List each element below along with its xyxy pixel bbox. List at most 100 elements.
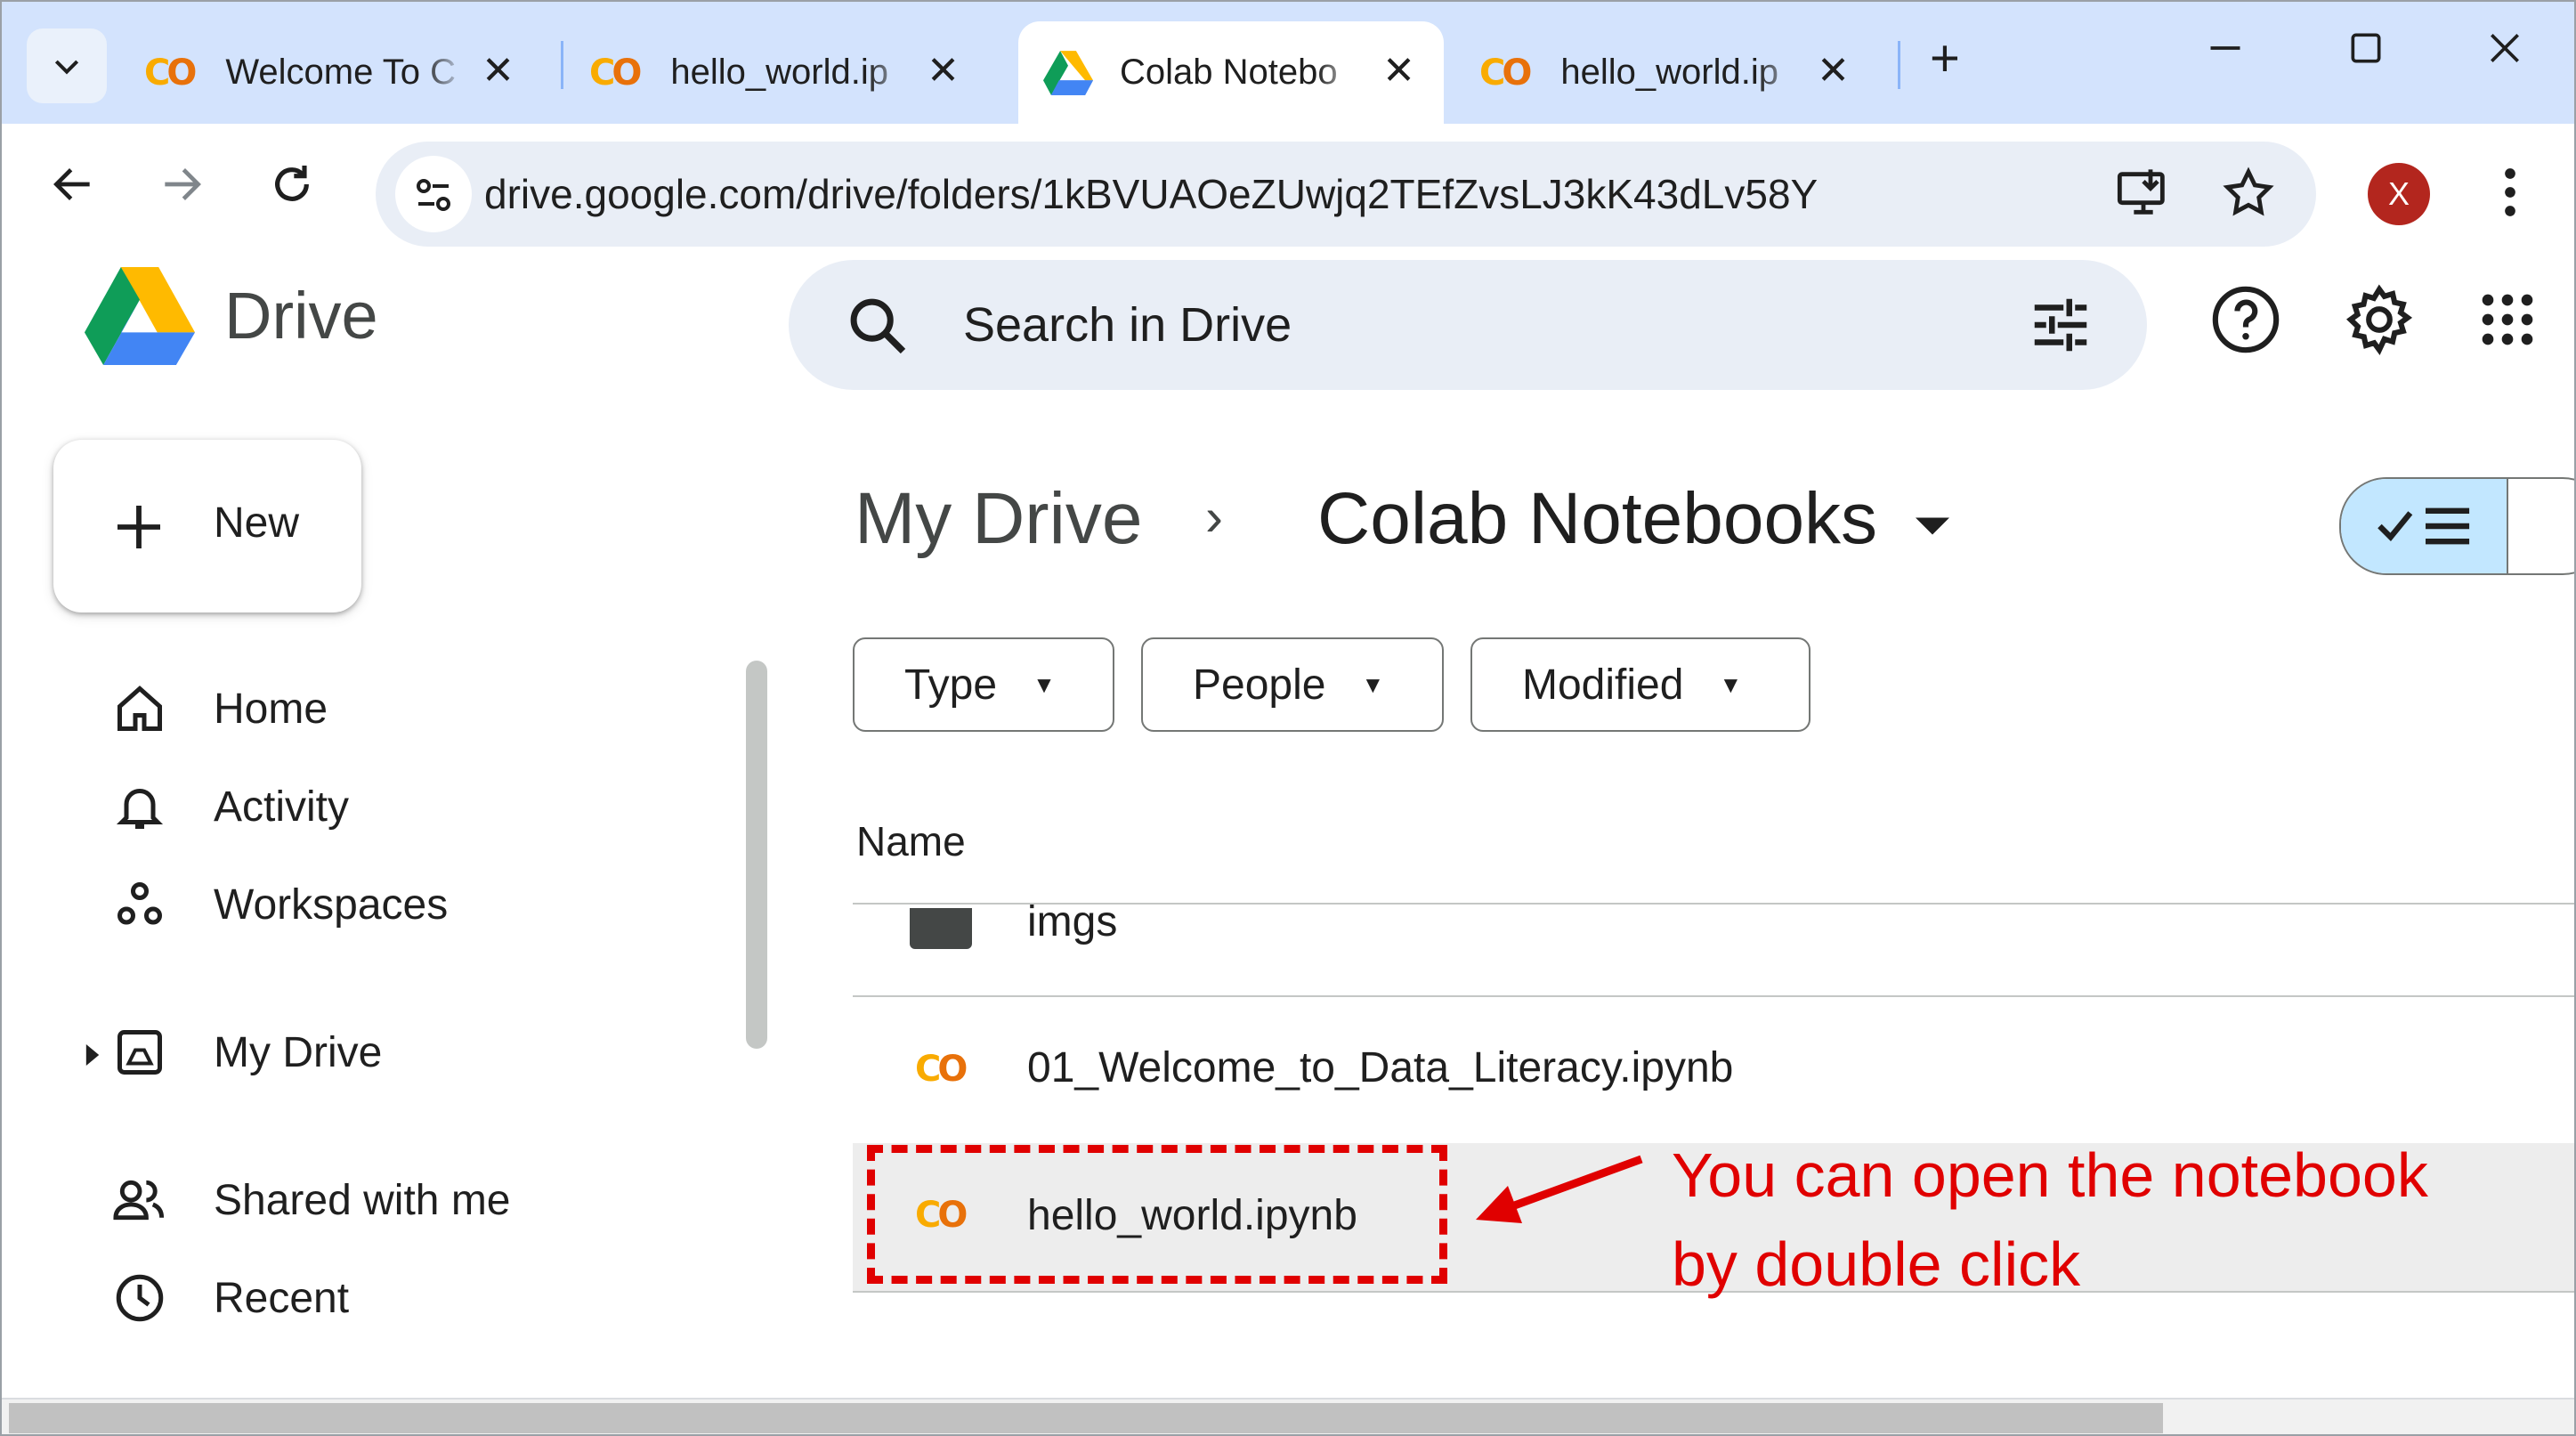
sidebar-item-workspaces[interactable]: Workspaces (109, 869, 448, 940)
url-text[interactable]: drive.google.com/drive/folders/1kBVUAOeZ… (484, 170, 1818, 218)
back-button[interactable] (48, 159, 98, 221)
help-icon (2212, 286, 2280, 353)
install-desktop-icon (2117, 169, 2165, 215)
sidebar-item-recent[interactable]: Recent (109, 1262, 349, 1334)
annotation-line-2: by double click (1672, 1229, 2081, 1299)
arrow-back-icon (53, 168, 90, 200)
filter-chip-people[interactable]: People ▼ (1141, 637, 1444, 732)
list-view-button[interactable] (2341, 479, 2508, 573)
google-drive-logo-icon (84, 267, 196, 365)
tab-colab-notebooks[interactable]: Colab Notebo ✕ (1018, 21, 1444, 124)
dropdown-caret-icon: ▼ (1361, 670, 1385, 698)
tab-hello-world-1[interactable]: CO hello_world.ip ✕ (589, 21, 981, 124)
tune-icon (2034, 298, 2087, 352)
close-icon[interactable]: ✕ (482, 48, 514, 93)
filter-chip-label: People (1193, 661, 1326, 709)
home-icon (109, 677, 171, 740)
profile-avatar[interactable]: X (2368, 163, 2430, 225)
tab-welcome[interactable]: CO Welcome To C ✕ (144, 21, 536, 124)
annotation-text: You can open the notebook by double clic… (1672, 1131, 2428, 1309)
plus-icon (117, 506, 160, 548)
sidebar-item-shared-with-me[interactable]: Shared with me (109, 1164, 511, 1236)
apps-grid-icon (2482, 294, 2533, 345)
file-name-imgs[interactable]: imgs (1027, 897, 1117, 946)
maximize-button[interactable] (2346, 28, 2386, 78)
sidebar-item-label: Recent (214, 1274, 350, 1322)
filter-chip-type[interactable]: Type ▼ (853, 637, 1114, 732)
colab-icon: CO (1479, 52, 1532, 93)
gear-icon (2346, 284, 2413, 355)
forward-button[interactable] (157, 159, 207, 221)
sidebar-item-my-drive[interactable]: My Drive (85, 1017, 383, 1088)
colab-icon: CO (589, 52, 642, 93)
breadcrumb-current-folder[interactable]: Colab Notebooks (1317, 477, 1877, 561)
my-drive-icon (109, 1021, 171, 1083)
folder-menu-caret-icon[interactable] (1916, 516, 1949, 536)
reload-button[interactable] (267, 159, 317, 221)
tab-title: hello_world.ip (1560, 53, 1778, 92)
filter-chip-label: Type (904, 661, 998, 709)
reload-icon (275, 166, 309, 201)
tune-icon (417, 179, 450, 211)
tab-title: Welcome To C (225, 53, 456, 92)
colab-icon: CO (144, 52, 197, 93)
tab-divider (1898, 41, 1900, 89)
sidebar-item-activity[interactable]: Activity (109, 771, 349, 842)
close-icon (2491, 34, 2519, 62)
tab-search-button[interactable] (27, 28, 107, 103)
close-window-button[interactable] (2485, 28, 2524, 78)
minimize-button[interactable] (2206, 28, 2245, 78)
settings-button[interactable] (2341, 281, 2418, 362)
help-button[interactable] (2209, 283, 2282, 361)
drive-app-name[interactable]: Drive (224, 278, 378, 353)
search-icon[interactable] (844, 292, 911, 364)
more-vert-icon (2505, 168, 2515, 216)
workspaces-icon (109, 873, 171, 936)
tab-hello-world-2[interactable]: CO hello_world.ip ✕ (1479, 21, 1871, 124)
close-icon[interactable]: ✕ (1817, 48, 1850, 93)
browser-menu-button[interactable] (2485, 161, 2535, 228)
address-bar[interactable]: drive.google.com/drive/folders/1kBVUAOeZ… (376, 142, 2316, 247)
sidebar-item-label: Shared with me (214, 1176, 511, 1224)
new-tab-button[interactable]: + (1930, 28, 1960, 88)
view-toggle[interactable] (2339, 477, 2574, 575)
expand-arrow-icon[interactable] (82, 1034, 103, 1083)
site-info-button[interactable] (395, 156, 472, 232)
sidebar-item-label: Workspaces (214, 880, 449, 929)
bookmark-button[interactable] (2220, 165, 2277, 226)
close-icon[interactable]: ✕ (927, 48, 960, 93)
grid-view-button[interactable] (2515, 479, 2574, 573)
annotation-arrow-icon (1476, 1155, 1643, 1223)
filter-chip-modified[interactable]: Modified ▼ (1470, 637, 1810, 732)
breadcrumb-separator: › (1205, 487, 1223, 547)
search-input[interactable]: Search in Drive (963, 297, 1292, 353)
new-button-label: New (214, 499, 300, 547)
install-app-button[interactable] (2115, 165, 2172, 226)
close-icon[interactable]: ✕ (1382, 48, 1415, 93)
file-name-welcome-notebook[interactable]: 01_Welcome_to_Data_Literacy.ipynb (1027, 1043, 1733, 1092)
colab-icon: CO (915, 1049, 968, 1090)
tab-divider (561, 41, 563, 89)
dropdown-caret-icon: ▼ (1033, 670, 1056, 698)
clock-icon (109, 1267, 171, 1329)
folder-icon (910, 908, 972, 949)
dropdown-caret-icon: ▼ (1719, 670, 1743, 698)
google-drive-icon (1043, 50, 1093, 95)
new-button[interactable]: New (53, 440, 361, 613)
filter-chip-label: Modified (1522, 661, 1684, 709)
horizontal-scrollbar-thumb[interactable] (9, 1403, 2163, 1433)
drive-search-bar[interactable]: Search in Drive (789, 260, 2147, 390)
google-apps-button[interactable] (2478, 290, 2537, 353)
annotation-line-1: You can open the notebook (1672, 1140, 2428, 1210)
bell-icon (109, 775, 171, 838)
sidebar-item-home[interactable]: Home (109, 673, 328, 744)
sidebar-item-label: My Drive (214, 1028, 383, 1076)
column-header-name[interactable]: Name (856, 817, 966, 865)
search-options-button[interactable] (2026, 290, 2095, 364)
browser-toolbar: drive.google.com/drive/folders/1kBVUAOeZ… (2, 124, 2574, 264)
tab-title: Colab Notebo (1120, 53, 1338, 92)
arrow-forward-icon (165, 168, 201, 200)
breadcrumb-my-drive[interactable]: My Drive (855, 477, 1142, 561)
sidebar-scrollbar[interactable] (746, 661, 767, 1049)
annotation-dashed-box (867, 1145, 1447, 1284)
